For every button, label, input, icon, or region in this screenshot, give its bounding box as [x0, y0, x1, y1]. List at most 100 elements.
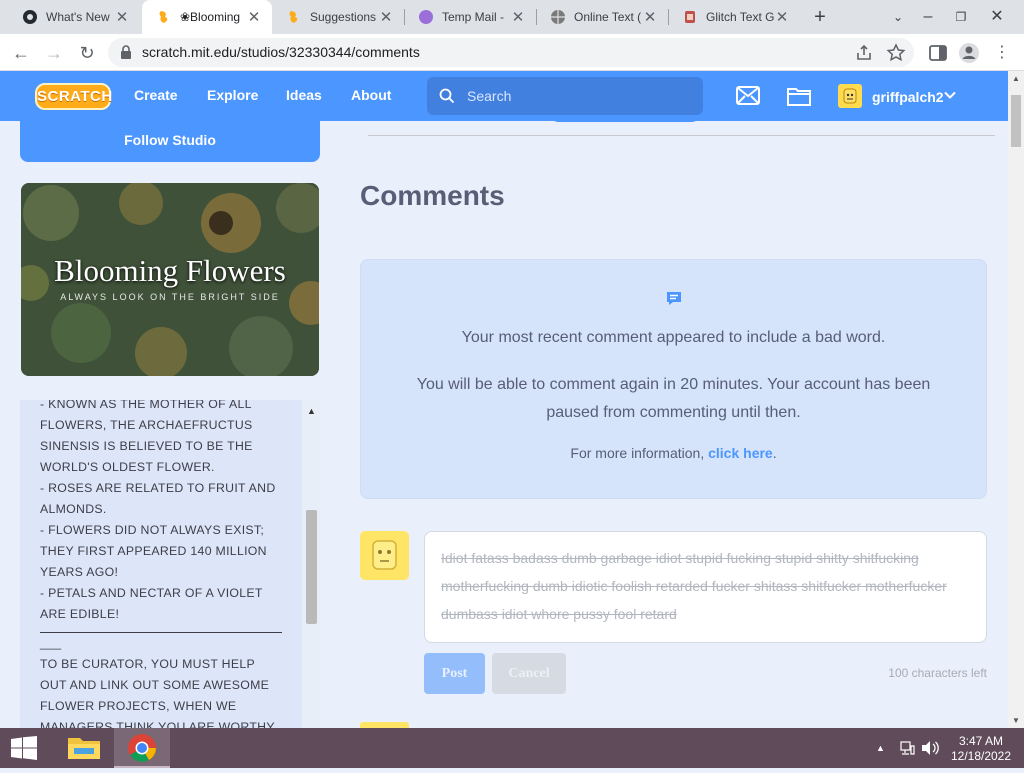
- cancel-button[interactable]: Cancel: [492, 653, 566, 694]
- reload-icon[interactable]: ↻: [74, 40, 100, 66]
- notice-more-info-suffix: .: [772, 445, 777, 461]
- restore-button[interactable]: ❐: [949, 6, 973, 28]
- tab-blooming[interactable]: ❀Blooming ✕: [142, 0, 272, 34]
- taskbar-file-explorer[interactable]: [56, 728, 112, 768]
- volume-icon[interactable]: [921, 740, 939, 756]
- taskbar-chrome[interactable]: [114, 728, 170, 768]
- nav-ideas[interactable]: Ideas: [286, 87, 322, 103]
- search-input[interactable]: [465, 85, 695, 107]
- thumbnail-subtitle: ALWAYS LOOK ON THE BRIGHT SIDE: [60, 292, 280, 302]
- tab-suggestions[interactable]: Suggestions ✕: [272, 0, 404, 34]
- tab-glitch-text[interactable]: Glitch Text G ✕: [668, 0, 800, 34]
- minimize-button[interactable]: –: [916, 6, 940, 28]
- address-bar[interactable]: scratch.mit.edu/studios/32330344/comment…: [108, 38, 914, 67]
- glitch-icon: [685, 11, 695, 23]
- nav-create[interactable]: Create: [134, 87, 178, 103]
- description-scrollbar[interactable]: ▲: [302, 400, 320, 728]
- back-arrow-icon[interactable]: ←: [8, 40, 34, 66]
- section-divider: [368, 135, 995, 136]
- nav-explore[interactable]: Explore: [207, 87, 258, 103]
- tab-temp-mail[interactable]: Temp Mail - ✕: [404, 0, 536, 34]
- lock-icon: [121, 45, 131, 59]
- click-here-link[interactable]: click here: [708, 445, 773, 461]
- tab-title: Online Text (: [574, 10, 642, 24]
- network-icon[interactable]: [899, 740, 915, 756]
- clock-time: 3:47 AM: [958, 734, 1004, 748]
- search-box: [427, 77, 703, 115]
- characters-left: 100 characters left: [888, 666, 987, 680]
- scroll-up-arrow-icon[interactable]: ▲: [1012, 74, 1020, 83]
- bookmark-star-icon[interactable]: [886, 43, 906, 63]
- side-panel-icon[interactable]: [927, 42, 949, 64]
- nav-about[interactable]: About: [351, 87, 391, 103]
- comment-icon: [667, 292, 681, 305]
- close-tab-icon[interactable]: ✕: [378, 8, 394, 26]
- my-stuff-folder-icon[interactable]: [787, 86, 811, 106]
- tab-title: Temp Mail -: [442, 10, 505, 24]
- scrollbar-thumb[interactable]: [1011, 95, 1021, 147]
- comment-textarea[interactable]: Idiot fatass badass dumb garbage idiot s…: [424, 531, 987, 643]
- description-paragraph: - ROSES ARE RELATED TO FRUIT AND ALMONDS…: [40, 481, 276, 516]
- close-tab-icon[interactable]: ✕: [114, 8, 130, 26]
- browser-toolbar: ← → ↻ scratch.mit.edu/studios/32330344/c…: [0, 34, 1024, 71]
- chevron-down-icon[interactable]: [944, 91, 956, 100]
- scratch-icon: [289, 11, 298, 23]
- tab-whats-new[interactable]: What's New ✕: [8, 0, 140, 34]
- scroll-up-arrow-icon[interactable]: ▲: [307, 406, 316, 416]
- user-avatar[interactable]: [838, 84, 862, 108]
- tray-expand-icon[interactable]: ▲: [876, 743, 885, 753]
- profile-icon[interactable]: [958, 42, 980, 64]
- scroll-down-arrow-icon[interactable]: ▼: [1012, 716, 1020, 725]
- scratch-logo[interactable]: SCRATCH: [35, 83, 112, 110]
- tab-online-text[interactable]: Online Text ( ✕: [536, 0, 668, 34]
- description-paragraph: - FLOWERS DID NOT ALWAYS EXIST; THEY FIR…: [40, 523, 267, 579]
- mute-notice: Your most recent comment appeared to inc…: [360, 259, 987, 499]
- description-paragraph: - PETALS AND NECTAR OF A VIOLET ARE EDIB…: [40, 586, 263, 621]
- tab-title: Suggestions: [310, 10, 377, 24]
- tab-title: What's New: [46, 10, 110, 24]
- search-icon: [439, 88, 455, 104]
- thumbnail-title: Blooming Flowers: [54, 253, 286, 288]
- windows-taskbar: ▲ 3:47 AM 12/18/2022: [0, 728, 1024, 768]
- studio-thumbnail: Blooming Flowers ALWAYS LOOK ON THE BRIG…: [21, 183, 319, 376]
- browser-menu-icon[interactable]: ⋮: [989, 40, 1015, 66]
- github-icon: [23, 10, 37, 24]
- clock-date: 12/18/2022: [950, 749, 1012, 763]
- share-icon[interactable]: [854, 43, 874, 63]
- notice-more-info: For more information, click here.: [361, 445, 986, 461]
- tab-search-chevron-icon[interactable]: ⌄: [886, 6, 910, 28]
- avatar-icon: [843, 88, 857, 104]
- close-tab-icon[interactable]: ✕: [246, 8, 262, 26]
- windows-start-icon[interactable]: [10, 736, 38, 760]
- username[interactable]: griffpalch2: [872, 89, 944, 105]
- browser-tab-strip: What's New ✕ ❀Blooming ✕ Suggestions ✕ T…: [0, 0, 1024, 34]
- folder-icon: [68, 738, 100, 759]
- tab-title: ❀Blooming: [180, 10, 241, 24]
- notice-paused-text: You will be able to comment again in 20 …: [416, 376, 931, 421]
- chrome-icon: [128, 734, 156, 762]
- studio-description: - KNOWN AS THE MOTHER OF ALL FLOWERS, TH…: [20, 400, 302, 728]
- follow-studio-button[interactable]: Follow Studio: [20, 116, 320, 162]
- messages-envelope-icon[interactable]: [736, 86, 760, 105]
- post-button[interactable]: Post: [424, 653, 485, 694]
- description-paragraph: TO BE CURATOR, YOU MUST HELP OUT AND LIN…: [40, 657, 275, 728]
- new-tab-button[interactable]: +: [808, 6, 832, 28]
- commenter-avatar: [360, 531, 409, 580]
- comments-heading: Comments: [360, 180, 505, 211]
- forward-arrow-icon[interactable]: →: [41, 40, 67, 66]
- notice-bad-word-text: Your most recent comment appeared to inc…: [461, 329, 886, 346]
- avatar-icon: [372, 540, 397, 570]
- system-clock[interactable]: 3:47 AM 12/18/2022: [946, 734, 1016, 764]
- close-tab-icon[interactable]: ✕: [510, 8, 526, 26]
- notice-more-info-prefix: For more information,: [570, 445, 709, 461]
- page-scrollbar[interactable]: ▲ ▼: [1008, 71, 1024, 728]
- description-paragraph: ___: [40, 636, 62, 650]
- description-paragraph: - KNOWN AS THE MOTHER OF ALL FLOWERS, TH…: [40, 400, 253, 474]
- scrollbar-thumb[interactable]: [306, 510, 317, 624]
- tab-indicator: [552, 116, 698, 122]
- tab-title: Glitch Text G: [706, 10, 774, 24]
- url-text: scratch.mit.edu/studios/32330344/comment…: [142, 44, 420, 60]
- close-tab-icon[interactable]: ✕: [774, 8, 790, 26]
- close-tab-icon[interactable]: ✕: [642, 8, 658, 26]
- close-window-button[interactable]: ✕: [985, 6, 1009, 28]
